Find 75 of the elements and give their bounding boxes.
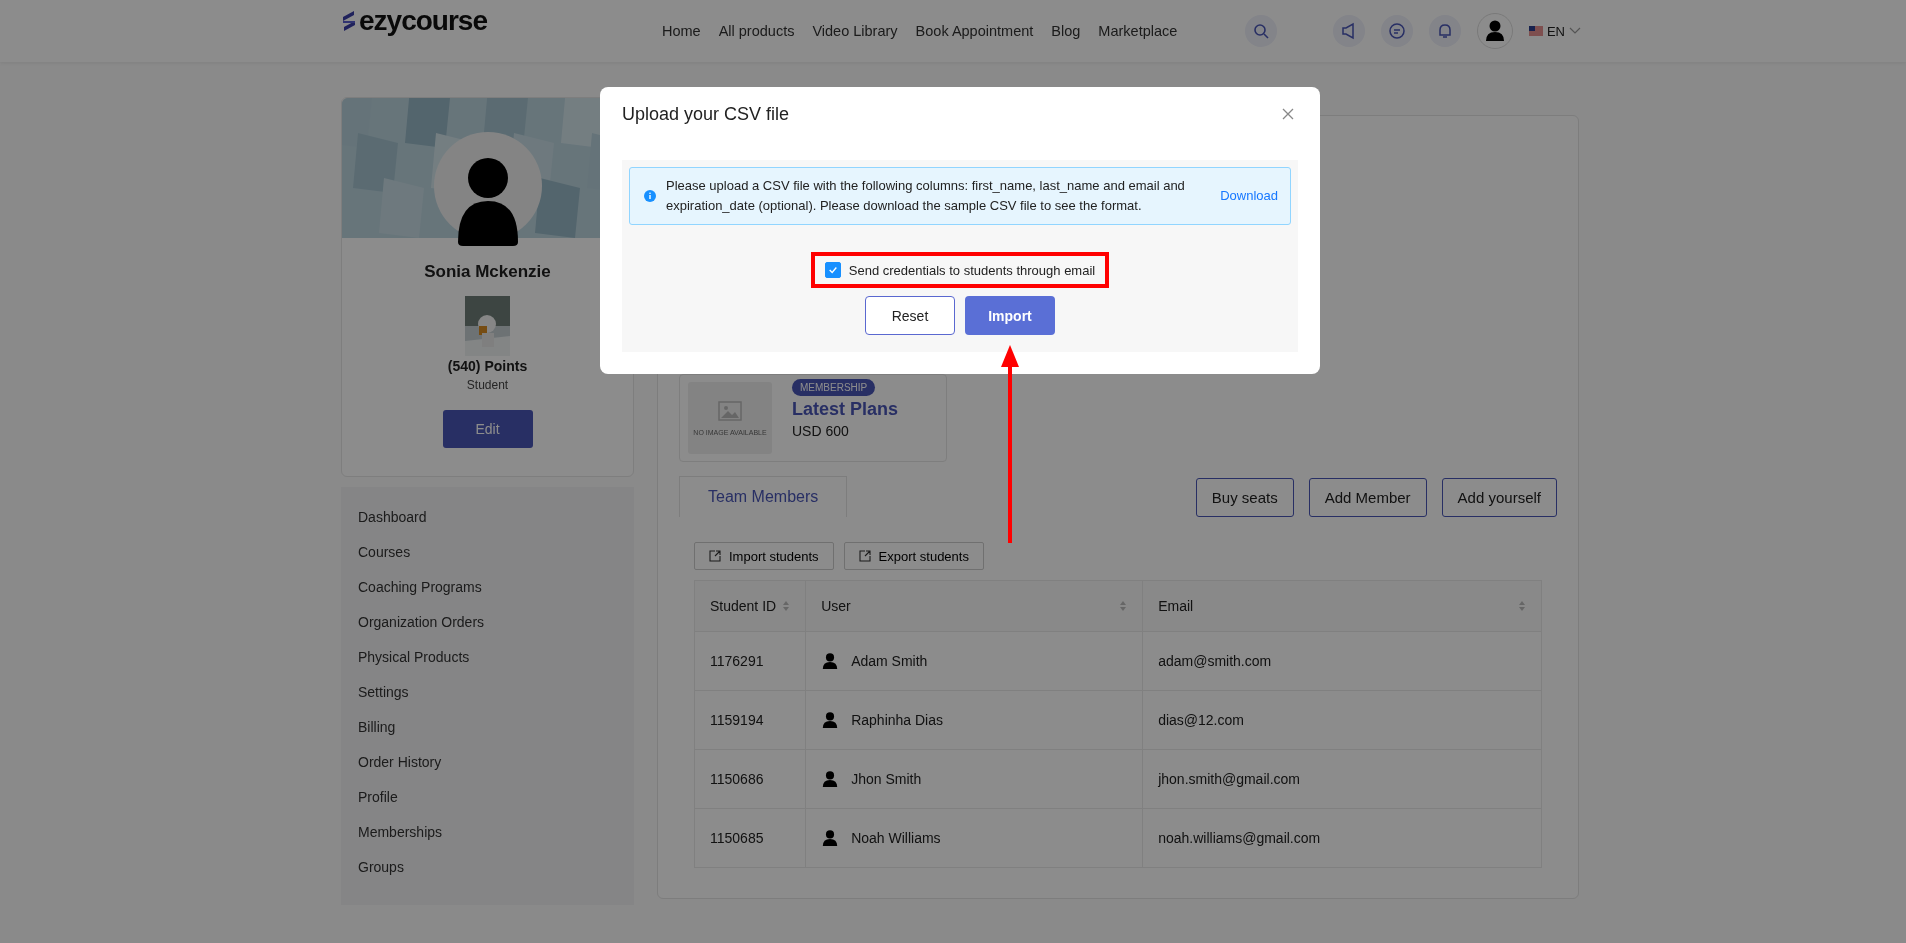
sort-icon[interactable] (1518, 600, 1526, 612)
table-cell: jhon.smith@gmail.com (1142, 749, 1542, 809)
avatar-icon (821, 827, 840, 849)
checkbox[interactable] (824, 262, 841, 278)
table-cell: adam@smith.com (1142, 631, 1542, 691)
download-link[interactable]: Download (1220, 186, 1278, 206)
table-cell: 1159194 (694, 690, 806, 750)
avatar-icon (821, 768, 840, 790)
table-cell: 1176291 (694, 631, 806, 691)
points-label: (540) Points (447, 358, 528, 374)
chevron-down-icon (1569, 27, 1581, 35)
toolbar-button[interactable]: Export students (843, 542, 984, 570)
toolbar-button[interactable]: Import students (694, 542, 834, 570)
column-header[interactable]: Email (1142, 580, 1542, 632)
table-cell: dias@12.com (1142, 690, 1542, 750)
sidebar-item[interactable]: Memberships (358, 824, 617, 840)
table-cell: 1150686 (694, 749, 806, 809)
table-cell: Noah Williams (851, 830, 941, 846)
nav-link[interactable]: Video Library (812, 23, 898, 39)
nav-link[interactable]: Home (661, 23, 701, 39)
sidebar-item[interactable]: Organization Orders (358, 614, 617, 630)
profile-name: Sonia Mckenzie (424, 262, 551, 282)
language-selector[interactable]: EN (1528, 23, 1581, 39)
logo-icon[interactable] (341, 10, 357, 32)
dialog-title: Upload your CSV file (622, 103, 790, 125)
tab[interactable]: Team Members (679, 476, 848, 517)
logo-text[interactable]: ezycourse (359, 5, 487, 37)
info-text: Please upload a CSV file with the following columns: first_name, last_name and email and expiration_date (optional). Please download the sample CSV file to see the format. (666, 177, 1186, 215)
nav-link[interactable]: Marketplace (1098, 23, 1178, 39)
role-label: Student (466, 378, 509, 392)
external-link-icon (858, 550, 871, 562)
sidebar-item[interactable]: Groups (358, 859, 617, 875)
table-cell: noah.williams@gmail.com (1142, 808, 1542, 868)
avatar-icon (821, 709, 840, 731)
checkmark-icon (827, 265, 838, 275)
sidebar-item[interactable]: Coaching Programs (358, 579, 617, 595)
sidebar-item[interactable]: Order History (358, 754, 617, 770)
sidebar-item[interactable]: Dashboard (358, 509, 617, 525)
checkbox-label[interactable]: Send credentials to students through email (848, 262, 1096, 278)
nav-link[interactable]: Book Appointment (915, 23, 1034, 39)
sidebar-item[interactable]: Profile (358, 789, 617, 805)
action-button[interactable]: Add yourself (1441, 478, 1557, 517)
search-icon[interactable] (1244, 15, 1277, 47)
megaphone-icon[interactable] (1332, 15, 1365, 47)
table-cell: 1150685 (694, 808, 806, 868)
close-icon[interactable] (1282, 108, 1294, 120)
sidebar-item[interactable]: Physical Products (358, 649, 617, 665)
reset-button[interactable]: Reset (865, 296, 955, 335)
flag-icon (1528, 26, 1543, 36)
table-cell: Jhon Smith (851, 771, 922, 787)
membership-badge: MEMBERSHIP (792, 379, 876, 396)
bell-icon[interactable] (1428, 15, 1461, 47)
external-link-icon (709, 550, 721, 562)
nav-link[interactable]: Blog (1051, 23, 1081, 39)
nav-link[interactable]: All products (718, 23, 795, 39)
price-label: USD 600 (792, 423, 849, 439)
sidebar-item[interactable]: Billing (358, 719, 617, 735)
membership-title[interactable]: Latest Plans (792, 399, 899, 420)
sort-icon[interactable] (782, 600, 791, 612)
avatar-icon[interactable] (1476, 13, 1513, 49)
sidebar-item[interactable]: Settings (358, 684, 617, 700)
action-button[interactable]: Buy seats (1195, 478, 1294, 517)
sort-icon[interactable] (1119, 600, 1128, 612)
column-header[interactable]: User (805, 580, 1143, 632)
table-cell: Adam Smith (851, 653, 928, 669)
import-button[interactable]: Import (965, 296, 1055, 335)
chat-icon[interactable] (1380, 15, 1413, 47)
info-icon (644, 190, 656, 202)
edit-button[interactable]: Edit (442, 410, 533, 448)
sidebar-item[interactable]: Courses (358, 544, 617, 560)
column-header[interactable]: Student ID (694, 580, 806, 632)
avatar-icon (821, 650, 840, 672)
image-icon (718, 400, 742, 421)
action-button[interactable]: Add Member (1308, 478, 1427, 517)
table-cell: Raphinha Dias (851, 712, 943, 728)
